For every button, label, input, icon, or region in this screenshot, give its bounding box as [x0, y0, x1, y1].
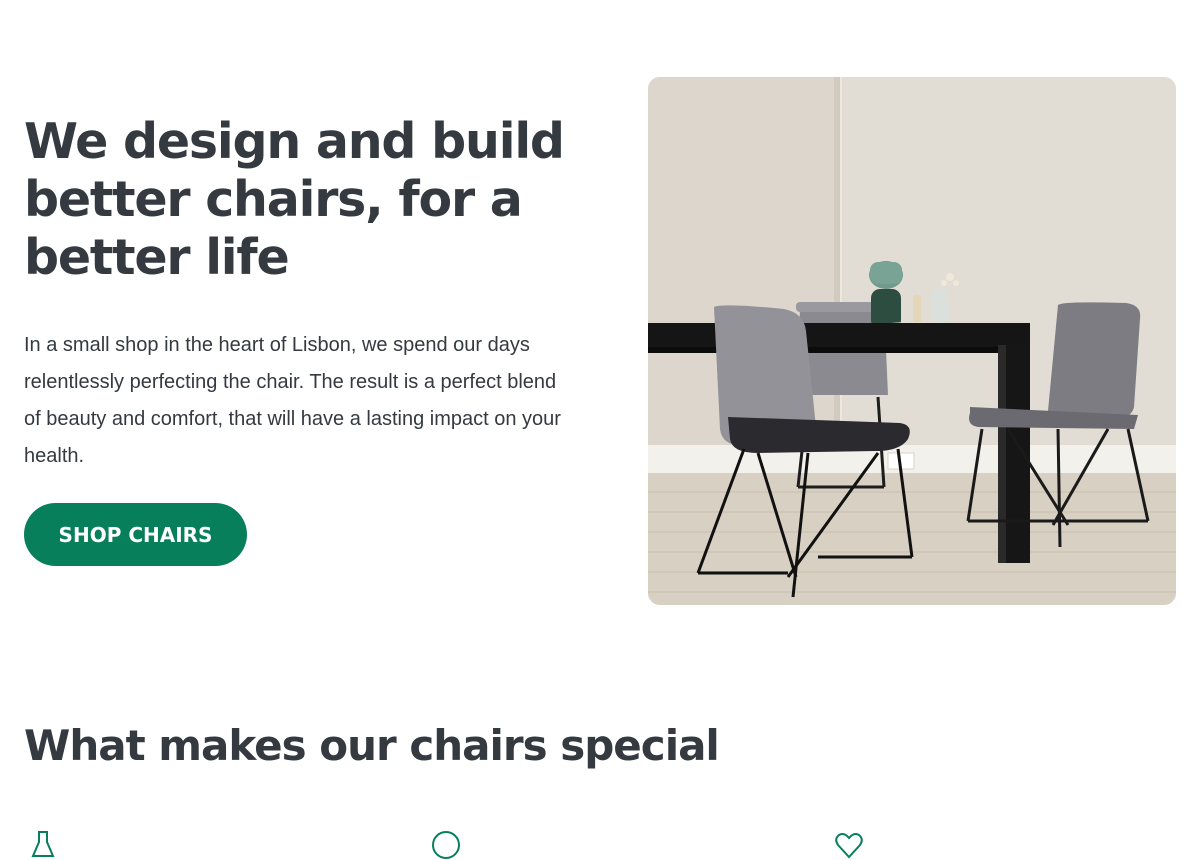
heart-icon [834, 830, 864, 860]
shop-chairs-button[interactable]: SHOP CHAIRS [24, 503, 247, 566]
hero-image [648, 77, 1176, 605]
hero-description: In a small shop in the heart of Lisbon, … [24, 334, 561, 467]
circle-icon [431, 830, 461, 860]
hero-section: We design and build better chairs, for a… [0, 0, 1200, 640]
features-title: What makes our chairs special [24, 721, 720, 770]
hero-title: We design and build better chairs, for a… [24, 113, 565, 286]
flask-icon [28, 830, 58, 860]
